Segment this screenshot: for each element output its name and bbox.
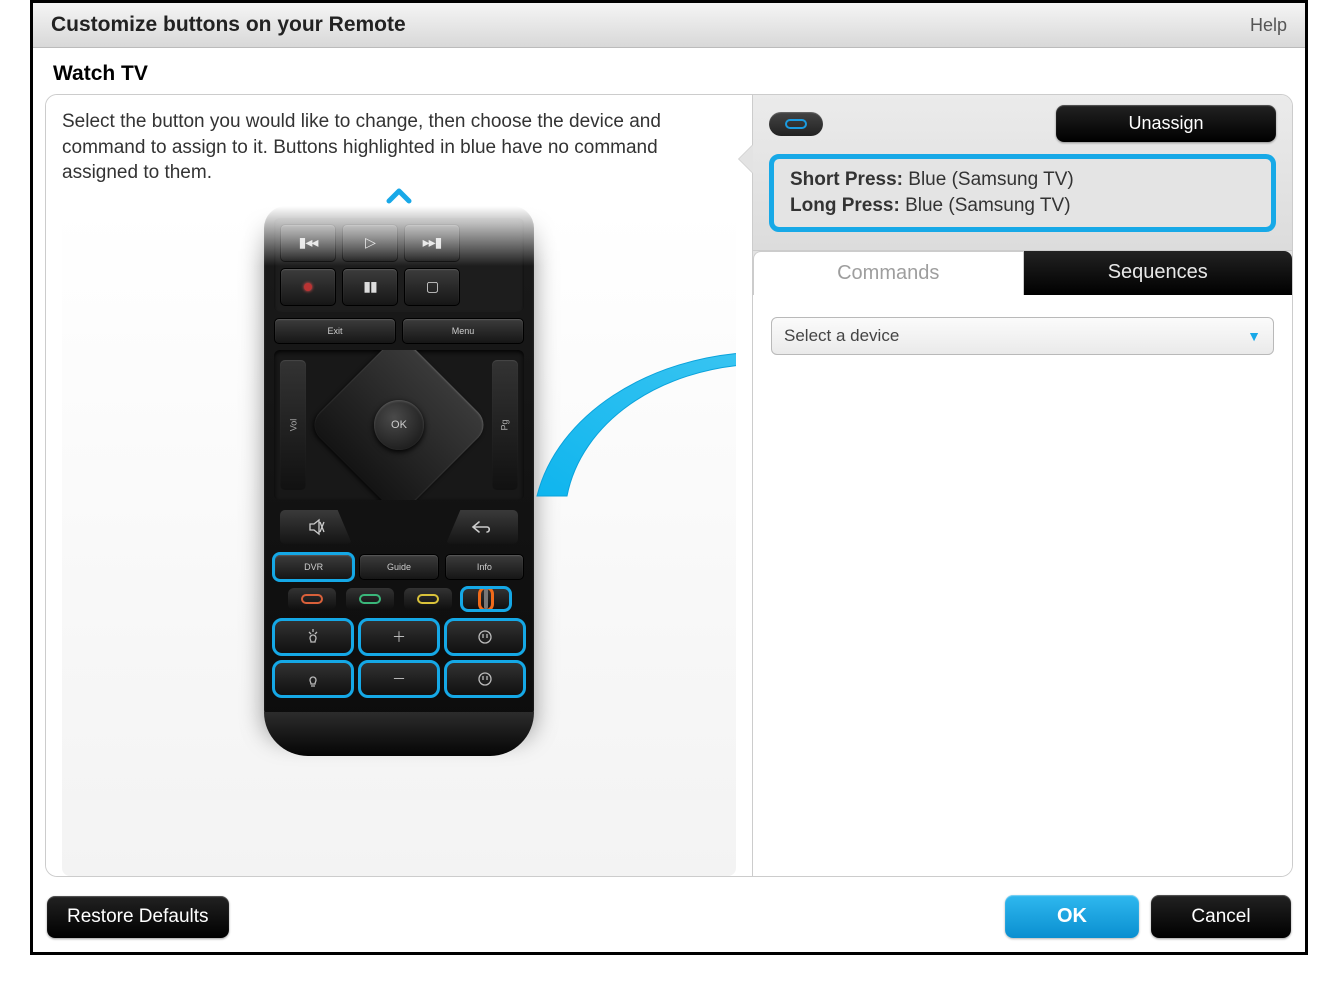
instructions-text: Select the button you would like to chan… xyxy=(62,109,736,186)
remote-btn-blue-selected[interactable] xyxy=(462,588,510,610)
selected-button-badge xyxy=(769,112,823,136)
remote-btn-socket-up[interactable] xyxy=(446,620,524,654)
window-title: Customize buttons on your Remote xyxy=(51,13,406,37)
remote-btn-green[interactable] xyxy=(346,588,394,610)
chevron-down-icon: ▼ xyxy=(1247,328,1261,344)
scroll-up-icon[interactable] xyxy=(62,180,736,206)
restore-defaults-button[interactable]: Restore Defaults xyxy=(47,896,229,938)
remote-btn-prev[interactable]: ▮◂◂ xyxy=(280,224,336,262)
remote-btn-next[interactable]: ▸▸▮ xyxy=(404,224,460,262)
short-press-value: Blue (Samsung TV) xyxy=(908,169,1073,190)
remote-btn-play[interactable]: ▷ xyxy=(342,224,398,262)
remote-btn-light-up[interactable] xyxy=(274,620,352,654)
remote-btn-stop[interactable]: ▢ xyxy=(404,268,460,306)
press-assignments-box: Short Press: Blue (Samsung TV) Long Pres… xyxy=(769,154,1276,232)
remote-btn-menu[interactable]: Menu xyxy=(402,318,524,344)
remote-btn-minus[interactable]: － xyxy=(360,662,438,696)
remote-btn-info[interactable]: Info xyxy=(445,554,524,580)
titlebar: Customize buttons on your Remote Help xyxy=(33,3,1305,48)
tab-commands[interactable]: Commands xyxy=(753,251,1024,295)
device-select-value: Select a device xyxy=(784,326,899,346)
footer: Restore Defaults OK Cancel xyxy=(33,885,1305,952)
main-content: Select the button you would like to chan… xyxy=(45,94,1293,877)
remote-btn-light-down[interactable] xyxy=(274,662,352,696)
tab-sequences[interactable]: Sequences xyxy=(1024,251,1293,295)
short-press-label: Short Press: xyxy=(790,169,903,190)
assignment-panel: Unassign Short Press: Blue (Samsung TV) … xyxy=(752,95,1292,876)
long-press-value: Blue (Samsung TV) xyxy=(905,195,1070,216)
device-select-dropdown[interactable]: Select a device ▼ xyxy=(771,317,1274,355)
remote-btn-volume[interactable]: Vol xyxy=(280,360,306,490)
remote-btn-mute[interactable] xyxy=(280,510,352,544)
remote-btn-guide[interactable]: Guide xyxy=(359,554,438,580)
remote-btn-red[interactable] xyxy=(288,588,336,610)
remote-btn-page[interactable]: Pg xyxy=(492,360,518,490)
help-link[interactable]: Help xyxy=(1250,15,1287,36)
long-press-label: Long Press: xyxy=(790,195,900,216)
remote-panel: Select the button you would like to chan… xyxy=(46,95,752,876)
unassign-button[interactable]: Unassign xyxy=(1056,105,1276,142)
activity-name: Watch TV xyxy=(33,48,1305,94)
remote-btn-back[interactable] xyxy=(446,510,518,544)
remote-btn-record[interactable] xyxy=(280,268,336,306)
remote-btn-dvr[interactable]: DVR xyxy=(274,554,353,580)
remote-btn-yellow[interactable] xyxy=(404,588,452,610)
remote: ▮◂◂ ▷ ▸▸▮ ▮▮ ▢ Exit Menu xyxy=(264,206,534,732)
remote-btn-plus[interactable]: ＋ xyxy=(360,620,438,654)
remote-btn-socket-down[interactable] xyxy=(446,662,524,696)
remote-btn-exit[interactable]: Exit xyxy=(274,318,396,344)
remote-btn-pause[interactable]: ▮▮ xyxy=(342,268,398,306)
remote-stage: ▮◂◂ ▷ ▸▸▮ ▮▮ ▢ Exit Menu xyxy=(62,206,736,876)
cancel-button[interactable]: Cancel xyxy=(1151,895,1291,938)
panel-pointer-icon xyxy=(739,145,753,173)
callout-arrow-icon xyxy=(517,326,736,506)
remote-btn-ok[interactable]: OK xyxy=(374,400,424,450)
ok-button[interactable]: OK xyxy=(1005,895,1139,938)
